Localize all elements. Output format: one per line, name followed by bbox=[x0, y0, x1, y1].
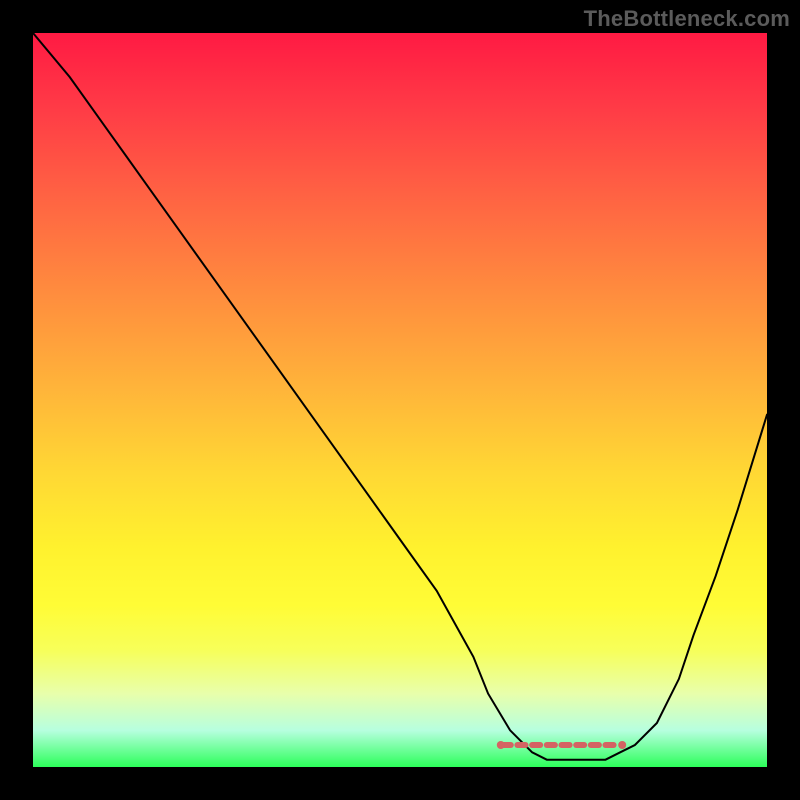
curve-layer bbox=[33, 33, 767, 767]
bottleneck-curve bbox=[33, 33, 767, 760]
flat-zone-marker bbox=[497, 741, 626, 749]
chart-frame: TheBottleneck.com bbox=[0, 0, 800, 800]
brand-watermark: TheBottleneck.com bbox=[584, 6, 790, 32]
